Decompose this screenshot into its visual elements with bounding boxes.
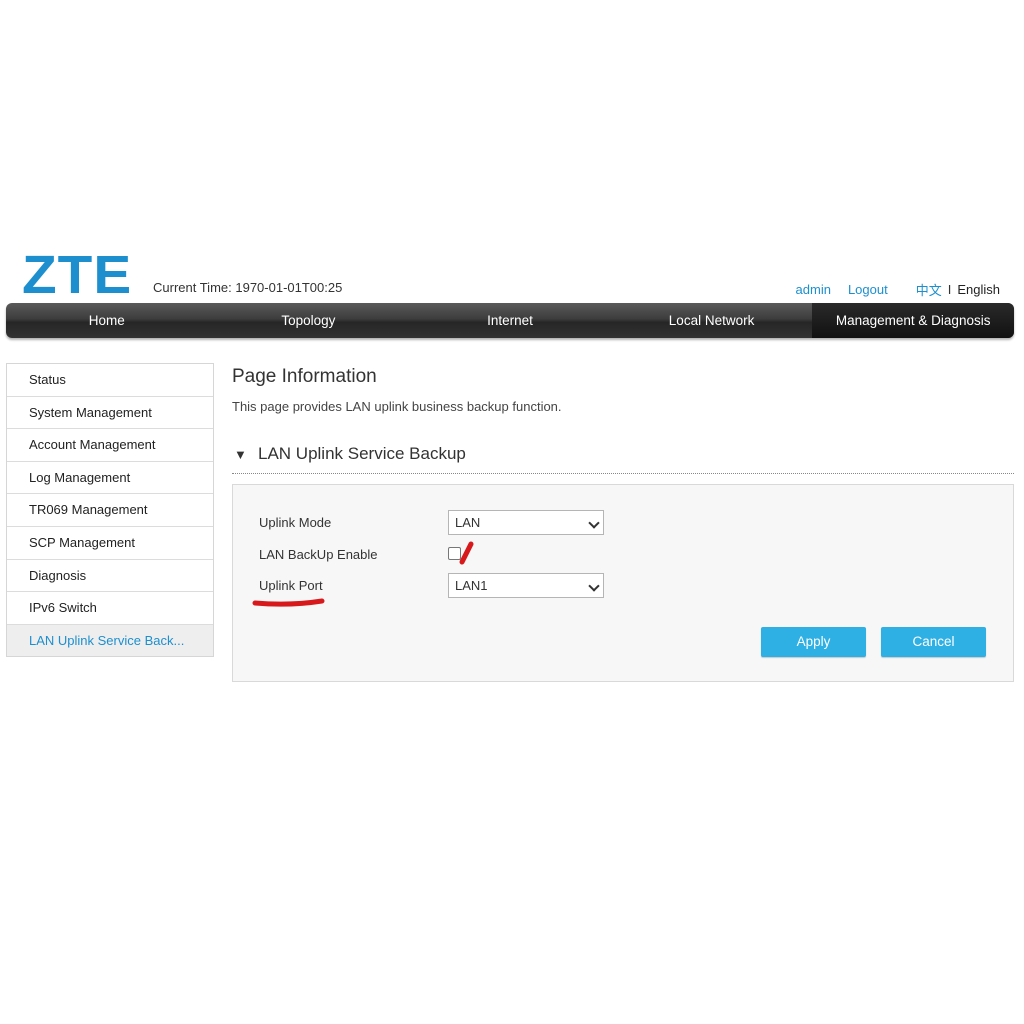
backup-enable-label: LAN BackUp Enable — [259, 547, 378, 562]
section-title: LAN Uplink Service Backup — [258, 444, 466, 463]
uplink-mode-value: LAN — [455, 515, 481, 530]
nav-home[interactable]: Home — [6, 303, 208, 338]
chevron-down-icon — [588, 580, 600, 592]
uplink-port-label: Uplink Port — [259, 578, 323, 593]
collapse-triangle-icon[interactable]: ▼ — [234, 447, 247, 462]
sidebar-item-status[interactable]: Status — [7, 364, 213, 397]
current-time: Current Time: 1970-01-01T00:25 — [153, 280, 343, 295]
backup-enable-checkbox[interactable] — [448, 547, 461, 560]
uplink-mode-select[interactable]: LAN — [448, 510, 604, 535]
page-title: Page Information — [232, 366, 377, 387]
main-nav: Home Topology Internet Local Network Man… — [6, 303, 1014, 338]
sidebar-item-scp-management[interactable]: SCP Management — [7, 527, 213, 560]
sidebar-item-diagnosis[interactable]: Diagnosis — [7, 560, 213, 593]
nav-local-network[interactable]: Local Network — [611, 303, 813, 338]
logout-link[interactable]: Logout — [848, 282, 888, 297]
section-header[interactable]: ▼ LAN Uplink Service Backup — [232, 443, 1014, 474]
chevron-down-icon — [588, 517, 600, 529]
settings-panel: Uplink Mode LAN LAN BackUp Enable Uplink… — [232, 484, 1014, 682]
page-description: This page provides LAN uplink business b… — [232, 399, 562, 414]
cancel-button[interactable]: Cancel — [881, 627, 986, 657]
sidebar-item-account-management[interactable]: Account Management — [7, 429, 213, 462]
language-separator: I — [947, 282, 952, 297]
uplink-port-value: LAN1 — [455, 578, 488, 593]
top-links: admin Logout 中文 I English — [796, 280, 1000, 299]
nav-topology[interactable]: Topology — [208, 303, 410, 338]
language-english-link[interactable]: English — [957, 282, 1000, 297]
sidebar-item-ipv6-switch[interactable]: IPv6 Switch — [7, 592, 213, 625]
admin-link[interactable]: admin — [796, 282, 831, 297]
sidebar-item-log-management[interactable]: Log Management — [7, 462, 213, 495]
zte-logo: ZTE — [22, 245, 133, 305]
nav-management-diagnosis[interactable]: Management & Diagnosis — [812, 303, 1014, 338]
sidebar: Status System Management Account Managem… — [6, 363, 214, 658]
uplink-port-select[interactable]: LAN1 — [448, 573, 604, 598]
sidebar-item-system-management[interactable]: System Management — [7, 397, 213, 430]
nav-internet[interactable]: Internet — [409, 303, 611, 338]
sidebar-item-tr069-management[interactable]: TR069 Management — [7, 494, 213, 527]
language-chinese-link[interactable]: 中文 — [916, 280, 942, 299]
sidebar-item-lan-uplink-service-backup[interactable]: LAN Uplink Service Back... — [7, 624, 213, 657]
apply-button[interactable]: Apply — [761, 627, 866, 657]
uplink-mode-label: Uplink Mode — [259, 515, 332, 530]
